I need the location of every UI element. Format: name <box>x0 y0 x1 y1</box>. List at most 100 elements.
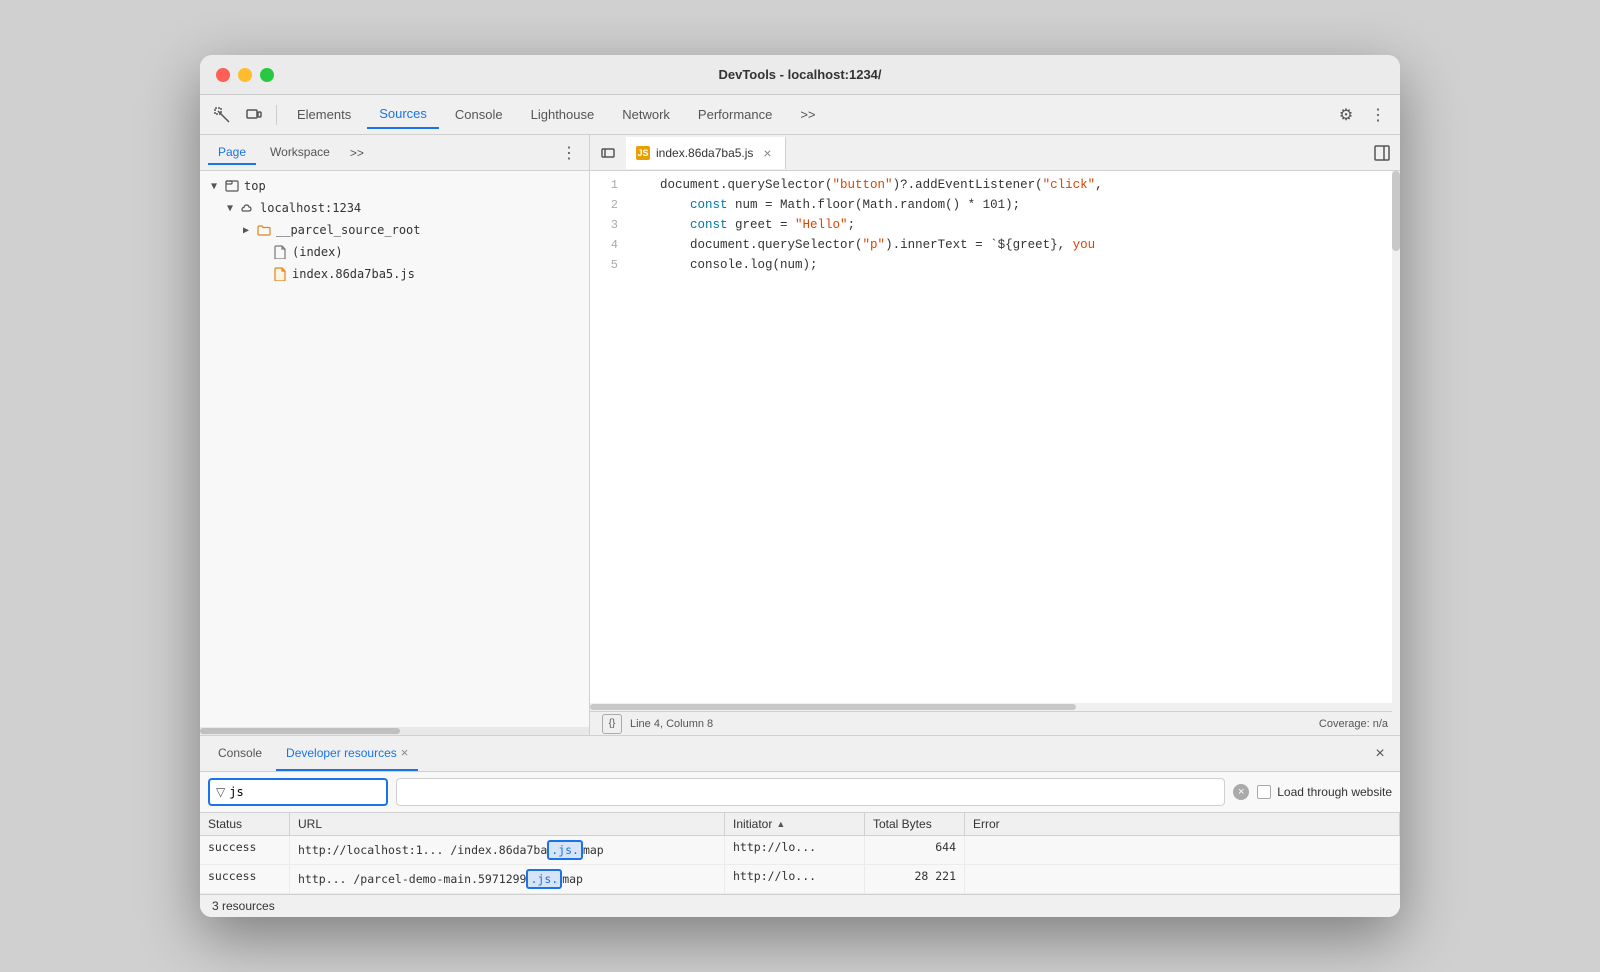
code-scrollbar[interactable] <box>590 703 1400 711</box>
filter-input[interactable] <box>229 785 309 799</box>
inspect-icon[interactable] <box>208 101 236 129</box>
folder-icon-top <box>224 178 240 194</box>
line-content-1: document.querySelector("button")?.addEve… <box>630 175 1400 195</box>
tab-more[interactable]: >> <box>788 101 827 129</box>
url-filter-input[interactable] <box>396 778 1225 806</box>
editor-tab-close[interactable]: × <box>759 145 775 161</box>
window-title: DevTools - localhost:1234/ <box>718 67 881 82</box>
code-line-2: 2 const num = Math.floor(Math.random() *… <box>590 195 1400 215</box>
pretty-print-button[interactable]: {} <box>602 714 622 734</box>
coverage-label: Coverage: n/a <box>1319 718 1388 730</box>
tree-item-top[interactable]: ▼ top <box>200 175 589 197</box>
row1-status: success <box>200 836 290 864</box>
file-tree: ▼ top ▼ <box>200 171 589 727</box>
code-area[interactable]: 1 document.querySelector("button")?.addE… <box>590 171 1400 703</box>
header-initiator[interactable]: Initiator ▲ <box>725 813 865 835</box>
resources-table: Status URL Initiator ▲ Total Bytes Error <box>200 813 1400 894</box>
panel-tabs-more[interactable]: >> <box>344 144 370 162</box>
tab-workspace[interactable]: Workspace <box>260 141 340 165</box>
close-button[interactable] <box>216 68 230 82</box>
tab-elements[interactable]: Elements <box>285 101 363 129</box>
editor-scrollbar-v[interactable] <box>1392 171 1400 735</box>
line-num-1: 1 <box>590 175 630 195</box>
load-through-label: Load through website <box>1277 785 1392 799</box>
tree-arrow-top: ▼ <box>208 180 220 192</box>
header-total-bytes: Total Bytes <box>865 813 965 835</box>
tab-console[interactable]: Console <box>443 101 515 129</box>
tab-console-bottom[interactable]: Console <box>208 736 272 771</box>
menu-icon[interactable]: ⋮ <box>1364 101 1392 129</box>
tree-item-js[interactable]: ▶ index.86da7ba5.js <box>200 263 589 285</box>
settings-icon[interactable]: ⚙ <box>1332 101 1360 129</box>
row1-status-value: success <box>208 840 256 854</box>
tab-sources[interactable]: Sources <box>367 101 439 129</box>
editor-tab-js-icon: JS <box>636 146 650 160</box>
tree-item-index[interactable]: ▶ (index) <box>200 241 589 263</box>
editor-nav-icon[interactable] <box>594 139 622 167</box>
left-panel: Page Workspace >> ⋮ ▼ top <box>200 135 590 735</box>
table-row-2[interactable]: success http... /parcel-demo-main.597129… <box>200 865 1400 894</box>
code-scrollbar-thumb <box>590 704 1076 710</box>
row1-url: http://localhost:1... /index.86da7ba.js.… <box>290 836 725 864</box>
editor-container: 1 document.querySelector("button")?.addE… <box>590 171 1400 735</box>
table-row-1[interactable]: success http://localhost:1... /index.86d… <box>200 836 1400 865</box>
tree-label-localhost: localhost:1234 <box>260 201 361 215</box>
tab-network[interactable]: Network <box>610 101 682 129</box>
row1-url-highlight: .js. <box>547 840 583 860</box>
content-area: Page Workspace >> ⋮ ▼ top <box>200 135 1400 735</box>
tree-label-index: (index) <box>292 245 343 259</box>
tab-developer-resources-close[interactable]: × <box>401 745 409 760</box>
load-through-checkbox[interactable] <box>1257 785 1271 799</box>
row1-total-bytes: 644 <box>865 836 965 864</box>
tab-page[interactable]: Page <box>208 141 256 165</box>
line-num-4: 4 <box>590 235 630 255</box>
sort-arrow-initiator: ▲ <box>776 819 785 829</box>
row2-total-bytes: 28 221 <box>865 865 965 893</box>
tab-performance[interactable]: Performance <box>686 101 784 129</box>
tab-developer-resources-label: Developer resources <box>286 746 397 760</box>
resources-count: 3 resources <box>212 899 275 913</box>
editor-tab-name: index.86da7ba5.js <box>656 146 753 160</box>
line-num-5: 5 <box>590 255 630 275</box>
device-icon[interactable] <box>240 101 268 129</box>
tab-lighthouse[interactable]: Lighthouse <box>519 101 607 129</box>
titlebar: DevTools - localhost:1234/ <box>200 55 1400 95</box>
tree-item-localhost[interactable]: ▼ localhost:1234 <box>200 197 589 219</box>
tree-scrollbar-thumb <box>200 728 400 734</box>
filter-icon: ▽ <box>216 785 225 799</box>
line-content-3: const greet = "Hello"; <box>630 215 1400 235</box>
status-right: Coverage: n/a <box>1319 718 1388 730</box>
row2-status-value: success <box>208 869 256 883</box>
code-line-5: 5 console.log(num); <box>590 255 1400 275</box>
devtools-window: DevTools - localhost:1234/ Elements Sour… <box>200 55 1400 917</box>
js-file-icon <box>272 266 288 282</box>
maximize-button[interactable] <box>260 68 274 82</box>
tree-label-parcel: __parcel_source_root <box>276 223 421 237</box>
bottom-panel-close[interactable]: × <box>1368 742 1392 766</box>
tab-developer-resources[interactable]: Developer resources × <box>276 736 418 771</box>
tree-item-parcel[interactable]: ▶ __parcel_source_root <box>200 219 589 241</box>
toolbar-right: ⚙ ⋮ <box>1332 101 1392 129</box>
tree-scrollbar[interactable] <box>200 727 589 735</box>
right-panel: JS index.86da7ba5.js × 1 <box>590 135 1400 735</box>
file-icon-index <box>272 244 288 260</box>
filter-input-wrap[interactable]: ▽ <box>208 778 388 806</box>
row2-status: success <box>200 865 290 893</box>
minimize-button[interactable] <box>238 68 252 82</box>
row1-url-prefix: http://localhost:1... /index.86da7ba <box>298 843 547 857</box>
row1-initiator: http://lo... <box>725 836 865 864</box>
editor-scrollbar-v-thumb <box>1392 171 1400 251</box>
editor-panel-toggle[interactable] <box>1368 139 1396 167</box>
line-content-2: const num = Math.floor(Math.random() * 1… <box>630 195 1400 215</box>
panel-tab-options[interactable]: ⋮ <box>557 141 581 165</box>
tree-label-js: index.86da7ba5.js <box>292 267 415 281</box>
code-line-1: 1 document.querySelector("button")?.addE… <box>590 175 1400 195</box>
row1-url-suffix: map <box>583 843 604 857</box>
filter-clear-button[interactable]: × <box>1233 784 1249 800</box>
header-url-label: URL <box>298 817 322 831</box>
editor-tab-js[interactable]: JS index.86da7ba5.js × <box>626 137 786 169</box>
tree-label-top: top <box>244 179 266 193</box>
bottom-footer: 3 resources <box>200 894 1400 917</box>
row2-url-prefix: http... /parcel-demo-main.5971299 <box>298 872 526 886</box>
line-content-5: console.log(num); <box>630 255 1400 275</box>
